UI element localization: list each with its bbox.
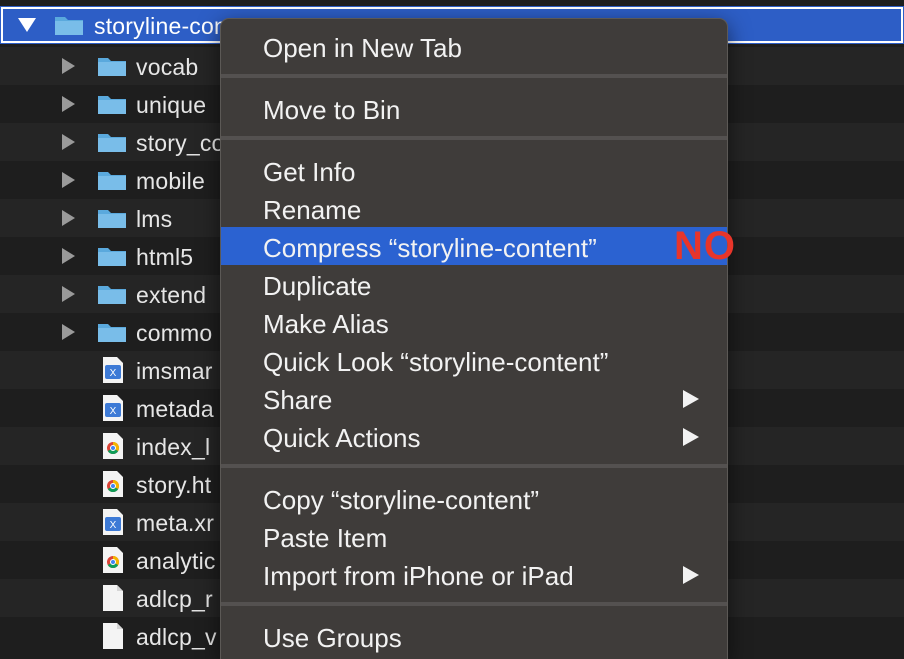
menu-item-quick-look[interactable]: Quick Look “storyline-content” bbox=[221, 341, 727, 379]
svg-text:X: X bbox=[110, 406, 117, 417]
annotation-no-label: NO bbox=[674, 224, 736, 268]
folder-name: commo bbox=[136, 320, 213, 346]
file-name: analytic bbox=[136, 548, 216, 574]
svg-text:X: X bbox=[110, 520, 117, 531]
file-name: meta.xr bbox=[136, 510, 215, 536]
file-name: story.ht bbox=[136, 472, 212, 498]
menu-item-open-in-new-tab[interactable]: Open in New Tab bbox=[221, 27, 727, 65]
menu-item-label: Duplicate bbox=[263, 271, 372, 301]
file-name: imsmar bbox=[136, 358, 213, 384]
disclosure-collapsed-icon[interactable] bbox=[62, 324, 75, 340]
folder-icon bbox=[98, 96, 126, 114]
menu-item-label: Quick Look “storyline-content” bbox=[263, 347, 609, 377]
menu-item-make-alias[interactable]: Make Alias bbox=[221, 303, 727, 341]
disclosure-collapsed-icon[interactable] bbox=[62, 96, 75, 112]
folder-name: lms bbox=[136, 206, 173, 232]
disclosure-collapsed-icon[interactable] bbox=[62, 172, 75, 188]
menu-separator bbox=[221, 74, 727, 78]
folder-name: story_co bbox=[136, 130, 225, 156]
menu-item-label: Open in New Tab bbox=[263, 33, 462, 63]
folder-name: extend bbox=[136, 282, 207, 308]
folder-icon bbox=[98, 58, 126, 76]
menu-item-label: Paste Item bbox=[263, 523, 388, 553]
file-name: adlcp_v bbox=[136, 624, 217, 650]
chrome-html-file-icon bbox=[103, 433, 123, 459]
menu-separator bbox=[221, 464, 727, 468]
menu-separator bbox=[221, 136, 727, 140]
menu-item-use-groups[interactable]: Use Groups bbox=[221, 617, 727, 655]
submenu-arrow-icon bbox=[683, 390, 699, 408]
menu-item-label: Get Info bbox=[263, 157, 356, 187]
svg-text:X: X bbox=[110, 368, 117, 379]
menu-item-label: Rename bbox=[263, 195, 362, 225]
menu-item-import-from-iphone[interactable]: Import from iPhone or iPad bbox=[221, 555, 727, 593]
folder-icon bbox=[98, 134, 126, 152]
folder-icon bbox=[98, 286, 126, 304]
menu-separator bbox=[221, 602, 727, 606]
chrome-html-file-icon bbox=[103, 547, 123, 573]
blank-file-icon bbox=[103, 585, 123, 611]
xml-file-icon: X bbox=[103, 395, 123, 421]
menu-item-duplicate[interactable]: Duplicate bbox=[221, 265, 727, 303]
xml-file-icon: X bbox=[103, 509, 123, 535]
menu-item-label: Compress “storyline-content” bbox=[263, 233, 597, 263]
menu-item-label: Share bbox=[263, 385, 333, 415]
menu-item-label: Move to Bin bbox=[263, 95, 401, 125]
menu-item-label: Make Alias bbox=[263, 309, 389, 339]
context-menu: Open in New Tab Move to Bin Get Info Ren… bbox=[220, 18, 728, 659]
folder-icon bbox=[55, 17, 83, 35]
folder-icon bbox=[98, 172, 126, 190]
disclosure-expanded-icon[interactable] bbox=[18, 18, 36, 32]
folder-name: unique bbox=[136, 92, 207, 118]
disclosure-collapsed-icon[interactable] bbox=[62, 210, 75, 226]
menu-item-quick-actions[interactable]: Quick Actions bbox=[221, 417, 727, 455]
menu-item-paste-item[interactable]: Paste Item bbox=[221, 517, 727, 555]
menu-item-rename[interactable]: Rename bbox=[221, 189, 727, 227]
menu-item-compress[interactable]: Compress “storyline-content” bbox=[221, 227, 727, 265]
menu-item-label: Quick Actions bbox=[263, 423, 421, 453]
disclosure-collapsed-icon[interactable] bbox=[62, 134, 75, 150]
folder-name: vocab bbox=[136, 54, 199, 80]
menu-item-get-info[interactable]: Get Info bbox=[221, 151, 727, 189]
folder-name: mobile bbox=[136, 168, 205, 194]
disclosure-collapsed-icon[interactable] bbox=[62, 286, 75, 302]
menu-item-label: Copy “storyline-content” bbox=[263, 485, 539, 515]
folder-icon bbox=[98, 248, 126, 266]
menu-item-copy[interactable]: Copy “storyline-content” bbox=[221, 479, 727, 517]
menu-item-label: Import from iPhone or iPad bbox=[263, 561, 574, 591]
file-name: adlcp_r bbox=[136, 586, 213, 612]
menu-item-move-to-bin[interactable]: Move to Bin bbox=[221, 89, 727, 127]
file-name: metada bbox=[136, 396, 214, 422]
menu-item-share[interactable]: Share bbox=[221, 379, 727, 417]
menu-item-label: Use Groups bbox=[263, 623, 402, 653]
folder-icon bbox=[98, 324, 126, 342]
disclosure-collapsed-icon[interactable] bbox=[62, 58, 75, 74]
folder-icon bbox=[98, 210, 126, 228]
submenu-arrow-icon bbox=[683, 428, 699, 446]
submenu-arrow-icon bbox=[683, 566, 699, 584]
disclosure-collapsed-icon[interactable] bbox=[62, 248, 75, 264]
folder-name: html5 bbox=[136, 244, 194, 270]
file-name: index_l bbox=[136, 434, 211, 460]
xml-file-icon: X bbox=[103, 357, 123, 383]
chrome-html-file-icon bbox=[103, 471, 123, 497]
blank-file-icon bbox=[103, 623, 123, 649]
